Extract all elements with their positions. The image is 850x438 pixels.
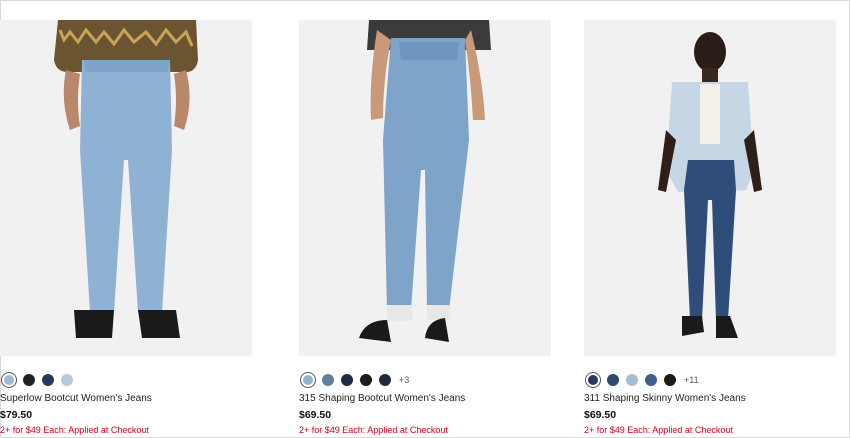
color-swatch[interactable] [322,374,334,386]
model-photo-illustration [584,20,836,356]
promo-text: 2+ for $49 Each: Applied at Checkout [584,425,733,435]
color-swatch[interactable] [301,373,315,387]
color-swatches: +3 [299,373,551,387]
product-image[interactable] [299,20,551,356]
product-card: +3 315 Shaping Bootcut Women's Jeans $69… [299,20,551,435]
product-image[interactable] [584,20,836,356]
product-card: +11 311 Shaping Skinny Women's Jeans $69… [584,20,836,435]
color-swatch[interactable] [645,374,657,386]
product-price: $79.50 [0,409,33,421]
product-price: $69.50 [299,409,332,421]
color-swatch[interactable] [23,374,35,386]
product-image[interactable] [0,20,252,356]
color-swatch[interactable] [61,374,73,386]
color-swatch[interactable] [664,374,676,386]
color-swatch[interactable] [379,374,391,386]
color-swatches [0,373,252,387]
color-swatches: +11 [584,373,836,387]
more-colors-count[interactable]: +3 [399,375,409,385]
product-title[interactable]: 315 Shaping Bootcut Women's Jeans [299,393,551,404]
product-title[interactable]: Superlow Bootcut Women's Jeans [0,393,252,404]
more-colors-count[interactable]: +11 [684,375,699,385]
product-title[interactable]: 311 Shaping Skinny Women's Jeans [584,393,836,404]
promo-text: 2+ for $49 Each: Applied at Checkout [0,425,149,435]
color-swatch[interactable] [360,374,372,386]
product-card: Superlow Bootcut Women's Jeans $79.50 2+… [0,20,252,435]
promo-text: 2+ for $49 Each: Applied at Checkout [299,425,448,435]
model-photo-illustration [0,20,252,356]
product-price: $69.50 [584,409,617,421]
model-photo-illustration [299,20,551,356]
color-swatch[interactable] [2,373,16,387]
color-swatch[interactable] [341,374,353,386]
color-swatch[interactable] [626,374,638,386]
color-swatch[interactable] [607,374,619,386]
color-swatch[interactable] [42,374,54,386]
color-swatch[interactable] [586,373,600,387]
